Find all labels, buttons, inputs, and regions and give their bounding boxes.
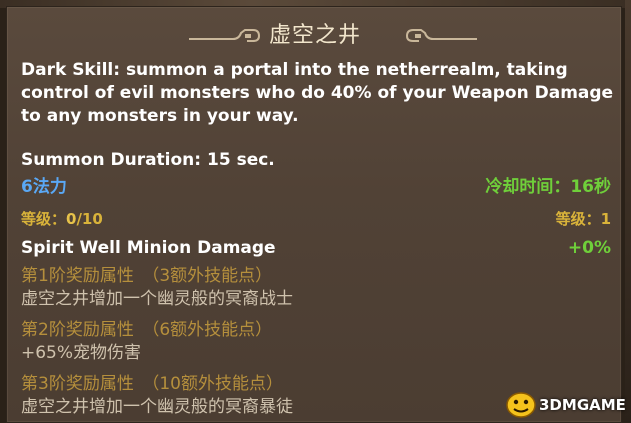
cooldown: 冷却时间：16秒 [485,177,611,197]
current-level-label: 等级： [21,210,67,228]
skill-title: 虚空之井 [268,23,361,48]
watermark-text: 3DMGAME [539,396,626,414]
bonus-tier-3-heading: 第3阶奖励属性 （10额外技能点） [21,374,283,394]
skill-description: Dark Skill: summon a portal into the net… [21,60,614,126]
stat-value: +0% [567,238,611,258]
background-edge [625,0,631,423]
current-level-value: 0 [66,210,77,228]
current-level-max: /10 [76,210,103,228]
watermark-logo-icon [506,392,536,418]
title-ornament-right-icon [405,29,477,42]
current-level: 等级：0/10 [21,208,103,230]
next-level: 等级：1 [555,210,611,228]
bonus-tier-1-heading: 第1阶奖励属性 （3额外技能点） [21,266,273,286]
watermark: 3DMGAME [501,387,629,421]
bonus-tier-1-effect: 虚空之井增加一个幽灵般的冥裔战士 [21,289,293,309]
mana-cost: 6法力 [21,177,67,197]
skill-tooltip: 虚空之井 Dark Skill: summon a portal into th… [6,6,622,423]
stat-name: Spirit Well Minion Damage [21,238,276,258]
summon-duration: Summon Duration: 15 sec. [21,150,275,170]
bonus-tier-3-effect: 虚空之井增加一个幽灵般的冥裔暴徒 [21,397,293,417]
bonus-tier-2-effect: +65%宠物伤害 [21,343,142,363]
bonus-tier-2-heading: 第2阶奖励属性 （6额外技能点） [21,320,273,340]
tooltip-header: 虚空之井 [7,21,623,51]
